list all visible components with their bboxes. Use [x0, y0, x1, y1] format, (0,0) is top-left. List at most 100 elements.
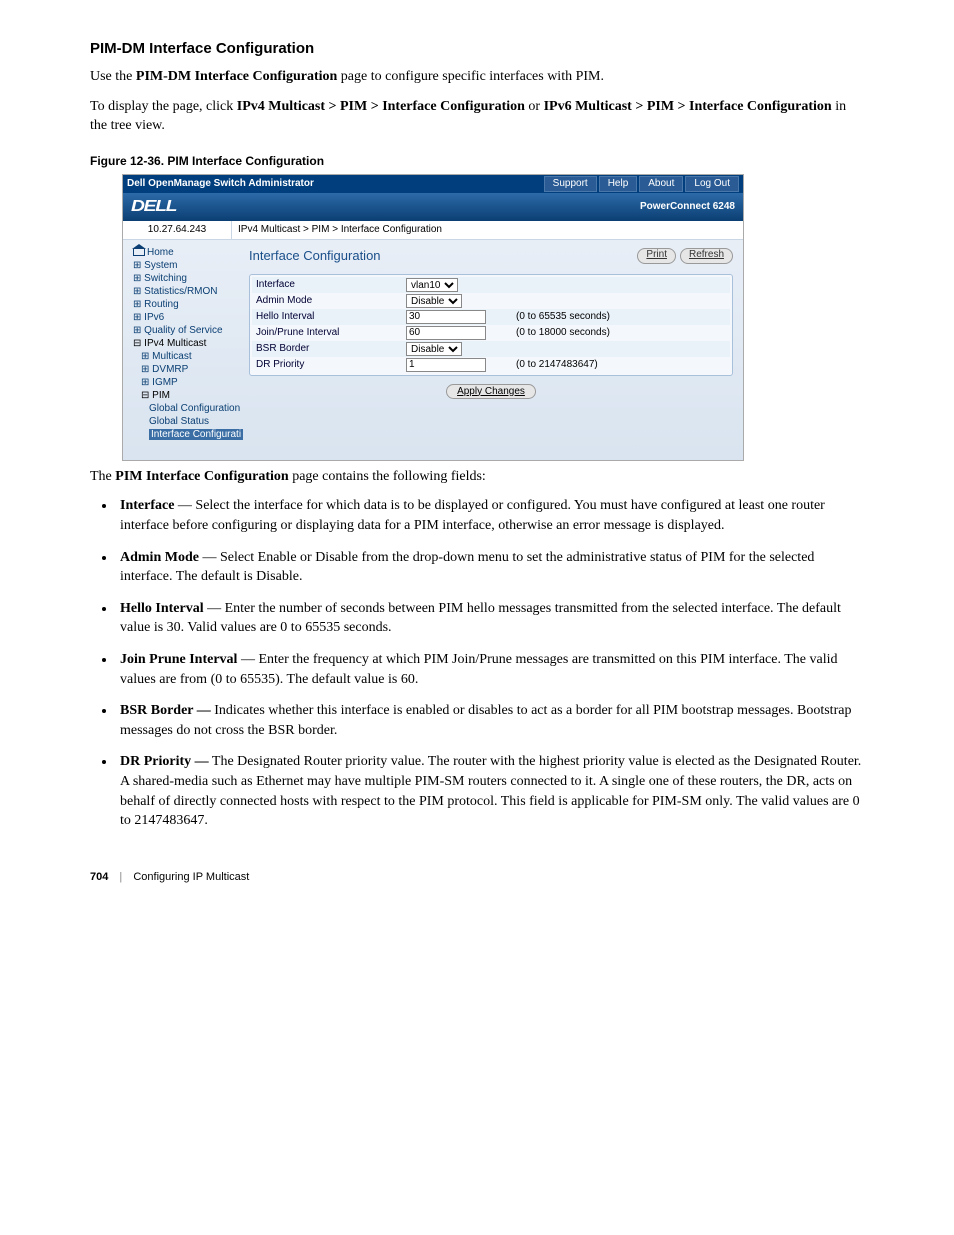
nav-mid: or	[525, 99, 544, 114]
nav-pim-label: PIM	[152, 390, 170, 401]
content-area: Interface Configuration Print Refresh In…	[239, 240, 743, 460]
nav-igmp[interactable]: ⊞ IGMP	[127, 376, 235, 389]
after-fig-bold: PIM Interface Configuration	[115, 469, 288, 484]
label-dr-priority: DR Priority	[252, 359, 406, 370]
label-admin-mode: Admin Mode	[252, 295, 406, 306]
field-hello-interval-name: Hello Interval	[120, 601, 204, 616]
help-link[interactable]: Help	[599, 176, 638, 192]
after-fig-pre: The	[90, 469, 115, 484]
figure-caption: Figure 12-36. PIM Interface Configuratio…	[90, 154, 864, 168]
nav-pim-global-config[interactable]: Global Configuration	[127, 402, 235, 415]
nav-pim-interface-config[interactable]: Interface Configurati	[127, 428, 235, 441]
page-title: Interface Configuration	[249, 248, 633, 263]
intro-post: page to configure specific interfaces wi…	[337, 69, 604, 84]
hint-dr-priority: (0 to 2147483647)	[516, 359, 598, 370]
nav-routing-label: Routing	[144, 299, 178, 310]
field-hello-interval: Hello Interval — Enter the number of sec…	[116, 599, 864, 638]
row-interface: Interface vlan10	[252, 277, 730, 293]
footer-section: Configuring IP Multicast	[133, 871, 249, 883]
select-interface[interactable]: vlan10	[406, 278, 458, 292]
nav-switching-label: Switching	[144, 273, 187, 284]
nav-multicast-label: Multicast	[152, 351, 191, 362]
screenshot-main: Home ⊞ System ⊞ Switching ⊞ Statistics/R…	[123, 240, 743, 460]
nav-dvmrp-label: DVMRP	[152, 364, 188, 375]
nav-multicast[interactable]: ⊞ Multicast	[127, 350, 235, 363]
field-dr-priority-desc: The Designated Router priority value. Th…	[120, 754, 861, 828]
nav-system-label: System	[144, 260, 177, 271]
home-icon	[133, 249, 145, 256]
intro-paragraph: Use the PIM-DM Interface Configuration p…	[90, 67, 864, 87]
app-title: Dell OpenManage Switch Administrator	[127, 178, 542, 189]
field-dr-priority-name: DR Priority —	[120, 754, 209, 769]
footer-separator: |	[119, 871, 122, 883]
nav-igmp-label: IGMP	[152, 377, 178, 388]
breadcrumb: IPv4 Multicast > PIM > Interface Configu…	[232, 221, 442, 239]
label-hello-interval: Hello Interval	[252, 311, 406, 322]
model-label: PowerConnect 6248	[640, 201, 735, 212]
hint-hello-interval: (0 to 65535 seconds)	[516, 311, 610, 322]
nav-qos[interactable]: ⊞ Quality of Service	[127, 324, 235, 337]
nav-ipv6-label: IPv6	[144, 312, 164, 323]
select-admin-mode[interactable]: Disable	[406, 294, 462, 308]
field-interface: Interface — Select the interface for whi…	[116, 496, 864, 535]
nav-home-label: Home	[147, 247, 174, 258]
ip-address: 10.27.64.243	[123, 221, 232, 239]
field-dr-priority: DR Priority — The Designated Router prio…	[116, 752, 864, 830]
field-list: Interface — Select the interface for whi…	[110, 496, 864, 830]
nav-stats[interactable]: ⊞ Statistics/RMON	[127, 285, 235, 298]
about-link[interactable]: About	[639, 176, 683, 192]
row-hello-interval: Hello Interval (0 to 65535 seconds)	[252, 309, 730, 325]
screenshot-figure: Dell OpenManage Switch Administrator Sup…	[122, 174, 744, 461]
page-footer: 704 | Configuring IP Multicast	[90, 871, 864, 883]
logout-link[interactable]: Log Out	[685, 176, 739, 192]
field-join-prune: Join Prune Interval — Enter the frequenc…	[116, 650, 864, 689]
label-join-prune: Join/Prune Interval	[252, 327, 406, 338]
label-bsr-border: BSR Border	[252, 343, 406, 354]
nav-system[interactable]: ⊞ System	[127, 259, 235, 272]
nav-pim-global-status[interactable]: Global Status	[127, 415, 235, 428]
field-bsr-border-desc: Indicates whether this interface is enab…	[120, 703, 851, 738]
print-button[interactable]: Print	[637, 248, 676, 264]
after-fig-post: page contains the following fields:	[289, 469, 486, 484]
after-figure-paragraph: The PIM Interface Configuration page con…	[90, 467, 864, 487]
screenshot-banner: DELL PowerConnect 6248	[123, 193, 743, 221]
support-link[interactable]: Support	[544, 176, 597, 192]
nav-switching[interactable]: ⊞ Switching	[127, 272, 235, 285]
input-join-prune[interactable]	[406, 326, 486, 340]
input-hello-interval[interactable]	[406, 310, 486, 324]
nav-home[interactable]: Home	[127, 246, 235, 259]
field-interface-desc: — Select the interface for which data is…	[120, 498, 825, 533]
nav-routing[interactable]: ⊞ Routing	[127, 298, 235, 311]
nav-qos-label: Quality of Service	[144, 325, 222, 336]
field-admin-mode-desc: — Select Enable or Disable from the drop…	[120, 550, 814, 585]
input-dr-priority[interactable]	[406, 358, 486, 372]
field-interface-name: Interface	[120, 498, 174, 513]
label-interface: Interface	[252, 279, 406, 290]
field-admin-mode-name: Admin Mode	[120, 550, 199, 565]
nav-tree: Home ⊞ System ⊞ Switching ⊞ Statistics/R…	[123, 240, 239, 460]
dell-logo: DELL	[131, 198, 176, 216]
nav-ipv6[interactable]: ⊞ IPv6	[127, 311, 235, 324]
nav-pim[interactable]: ⊟ PIM	[127, 389, 235, 402]
row-dr-priority: DR Priority (0 to 2147483647)	[252, 357, 730, 373]
intro-pre: Use the	[90, 69, 136, 84]
nav-ipv4-multicast-label: IPv4 Multicast	[144, 338, 206, 349]
nav-path1: IPv4 Multicast > PIM > Interface Configu…	[237, 99, 525, 114]
screenshot-titlebar: Dell OpenManage Switch Administrator Sup…	[123, 175, 743, 193]
select-bsr-border[interactable]: Disable	[406, 342, 462, 356]
section-heading: PIM-DM Interface Configuration	[90, 40, 864, 57]
nav-dvmrp[interactable]: ⊞ DVMRP	[127, 363, 235, 376]
field-hello-interval-desc: — Enter the number of seconds between PI…	[120, 601, 841, 636]
nav-stats-label: Statistics/RMON	[144, 286, 217, 297]
row-admin-mode: Admin Mode Disable	[252, 293, 730, 309]
hint-join-prune: (0 to 18000 seconds)	[516, 327, 610, 338]
apply-changes-button[interactable]: Apply Changes	[446, 384, 536, 399]
nav-paragraph: To display the page, click IPv4 Multicas…	[90, 97, 864, 136]
field-admin-mode: Admin Mode — Select Enable or Disable fr…	[116, 548, 864, 587]
refresh-button[interactable]: Refresh	[680, 248, 733, 264]
row-join-prune: Join/Prune Interval (0 to 18000 seconds)	[252, 325, 730, 341]
field-bsr-border-name: BSR Border —	[120, 703, 211, 718]
nav-ipv4-multicast[interactable]: ⊟ IPv4 Multicast	[127, 337, 235, 350]
page-title-row: Interface Configuration Print Refresh	[249, 248, 733, 264]
row-bsr-border: BSR Border Disable	[252, 341, 730, 357]
